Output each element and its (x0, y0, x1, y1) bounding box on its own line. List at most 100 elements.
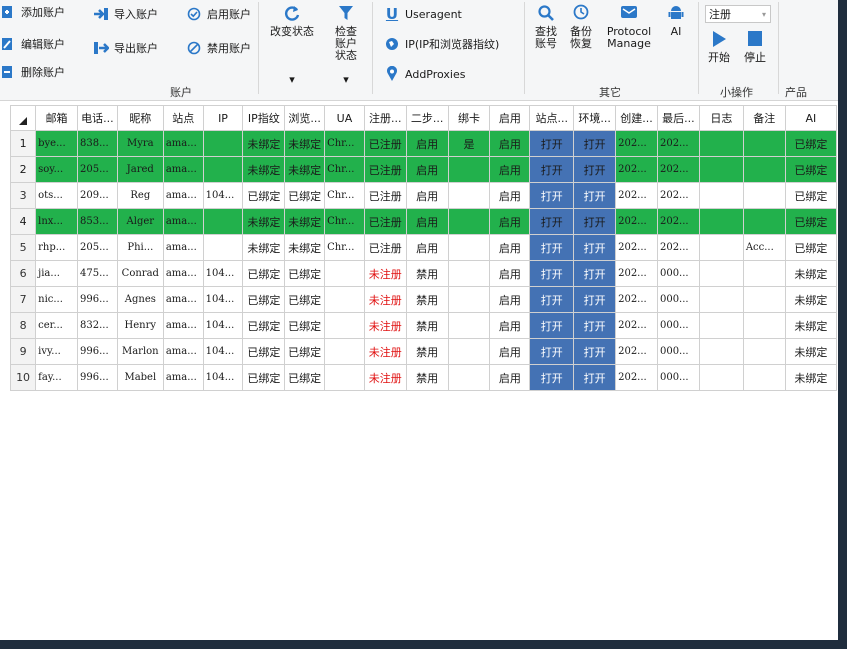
ip-fingerprint-cell: 已绑定 (242, 312, 286, 339)
column-header[interactable]: 环境... (573, 105, 617, 131)
backup-restore-button[interactable]: 备份恢复 (566, 4, 596, 50)
open-env-button[interactable]: 打开 (573, 338, 617, 365)
open-env-button[interactable]: 打开 (573, 182, 617, 209)
useragent-button[interactable]: U Useragent (384, 5, 462, 23)
disable-account-button[interactable]: 禁用账户 (186, 40, 251, 56)
ip-fingerprint-cell: 未绑定 (242, 208, 286, 235)
accounts-table: 邮箱 电话... 昵称 站点 IP IP指纹 浏览... UA 注册... 二步... 绑卡 启用 站点… (9, 105, 838, 391)
open-site-button[interactable]: 打开 (529, 364, 575, 391)
open-env-button[interactable]: 打开 (573, 208, 617, 235)
sort-corner[interactable] (9, 105, 37, 131)
column-header[interactable]: 电话... (77, 105, 118, 131)
register-combo[interactable]: 注册 ▾ (705, 5, 771, 23)
open-site-button[interactable]: 打开 (529, 234, 575, 261)
browser-fingerprint-cell: 已绑定 (284, 260, 326, 287)
log-cell (698, 208, 744, 235)
column-header[interactable]: 注册... (363, 105, 407, 131)
note-cell (742, 130, 786, 157)
column-header[interactable]: 二步... (405, 105, 449, 131)
refresh-icon (264, 4, 320, 26)
add-icon (0, 4, 16, 20)
chevron-down-icon[interactable]: ▾ (336, 74, 356, 86)
export-account-button[interactable]: 导出账户 (93, 40, 158, 56)
open-env-button[interactable]: 打开 (573, 260, 617, 287)
column-header[interactable]: 备注 (742, 105, 786, 131)
table-row[interactable]: 8 cer... 832... Henry ama... 104... 已绑定 已绑定 未注册禁… (9, 312, 838, 339)
register-status-cell: 未注册 (363, 364, 407, 391)
open-env-button[interactable]: 打开 (573, 312, 617, 339)
column-header[interactable]: 昵称 (116, 105, 164, 131)
chevron-down-icon[interactable]: ▾ (282, 74, 302, 86)
check-status-button[interactable]: 检查账户状态 (326, 4, 366, 62)
nickname-cell: Mabel (116, 364, 164, 391)
row-number: 4 (9, 208, 37, 235)
column-header[interactable]: 站点... (529, 105, 575, 131)
last-login-cell: 202... (656, 182, 700, 209)
column-header[interactable]: 邮箱 (35, 105, 78, 131)
open-site-button[interactable]: 打开 (529, 208, 575, 235)
backup-restore-label: 备份恢复 (570, 25, 592, 50)
column-header[interactable]: 启用 (489, 105, 531, 131)
log-cell (698, 338, 744, 365)
column-header[interactable]: IP (202, 105, 244, 131)
table-row[interactable]: 6 jia... 475... Conrad ama... 104... 已绑定 已绑定 未注册… (9, 260, 838, 287)
table-row[interactable]: 4 lnx... 853... Alger ama... 未绑定 未绑定 Chr... 已注册启… (9, 208, 838, 235)
find-account-button[interactable]: 查找账号 (528, 4, 564, 50)
column-header[interactable]: 浏览... (284, 105, 326, 131)
column-header[interactable]: 最后... (656, 105, 700, 131)
table-row[interactable]: 5 rhp... 205... Phi... ama... 未绑定 未绑定 Chr... 已注册… (9, 234, 838, 261)
open-site-button[interactable]: 打开 (529, 286, 575, 313)
open-env-button[interactable]: 打开 (573, 156, 617, 183)
column-header[interactable]: 日志 (698, 105, 744, 131)
stop-icon (740, 30, 770, 52)
open-env-button[interactable]: 打开 (573, 364, 617, 391)
open-site-button[interactable]: 打开 (529, 156, 575, 183)
add-account-button[interactable]: 添加账户 (0, 4, 65, 20)
browser-fingerprint-cell: 未绑定 (284, 208, 326, 235)
open-site-button[interactable]: 打开 (529, 182, 575, 209)
start-button[interactable]: 开始 (704, 30, 734, 64)
two-step-cell: 启用 (405, 130, 449, 157)
open-site-button[interactable]: 打开 (529, 312, 575, 339)
enable-account-button[interactable]: 启用账户 (186, 6, 251, 22)
open-site-button[interactable]: 打开 (529, 338, 575, 365)
log-cell (698, 364, 744, 391)
column-header[interactable]: UA (324, 105, 365, 131)
column-header[interactable]: 创建... (615, 105, 658, 131)
open-site-button[interactable]: 打开 (529, 260, 575, 287)
ai-button[interactable]: AI (662, 4, 690, 38)
nickname-cell: Myra (116, 130, 164, 157)
open-env-button[interactable]: 打开 (573, 286, 617, 313)
change-status-button[interactable]: 改变状态 (264, 4, 320, 38)
table-row[interactable]: 10 fay... 996... Mabel ama... 104... 已绑定 已绑定 未注册… (9, 364, 838, 391)
column-header[interactable]: 站点 (162, 105, 204, 131)
import-account-button[interactable]: 导入账户 (93, 6, 158, 22)
table-row[interactable]: 3 ots... 209... Reg ama... 104... 已绑定 已绑定 Chr...… (9, 182, 838, 209)
useragent-label: Useragent (405, 7, 462, 21)
open-env-button[interactable]: 打开 (573, 130, 617, 157)
nickname-cell: Reg (116, 182, 164, 209)
two-step-cell: 启用 (405, 208, 449, 235)
accounts-grid[interactable]: 邮箱 电话... 昵称 站点 IP IP指纹 浏览... UA 注册... 二步... 绑卡 启用 站点… (9, 105, 838, 391)
delete-account-button[interactable]: 删除账户 (0, 64, 65, 80)
column-header[interactable]: IP指纹 (242, 105, 286, 131)
stop-button[interactable]: 停止 (740, 30, 770, 64)
row-number: 8 (9, 312, 37, 339)
ip-fingerprint-button[interactable]: IP(IP和浏览器指纹) (384, 36, 499, 52)
open-env-button[interactable]: 打开 (573, 234, 617, 261)
add-proxies-button[interactable]: AddProxies (384, 66, 465, 82)
column-header[interactable]: AI (784, 105, 838, 131)
table-row[interactable]: 7 nic... 996... Agnes ama... 104... 已绑定 已绑定 未注册禁… (9, 286, 838, 313)
ip-cell: 104... (202, 338, 244, 365)
table-row[interactable]: 9 ivy... 996... Marlon ama... 104... 已绑定 已绑定 未注册… (9, 338, 838, 365)
disable-account-label: 禁用账户 (207, 42, 251, 55)
edit-account-button[interactable]: 编辑账户 (0, 36, 65, 52)
table-row[interactable]: 1 bye... 838... Myra ama... 未绑定 未绑定 Chr... 已注册 启用… (9, 130, 838, 157)
android-icon (662, 4, 690, 26)
mail-icon (604, 4, 654, 26)
column-header[interactable]: 绑卡 (447, 105, 491, 131)
protocol-manage-button[interactable]: Protocol Manage (604, 4, 654, 50)
enabled-cell: 启用 (489, 260, 531, 287)
table-row[interactable]: 2 soy... 205... Jared ama... 未绑定 未绑定 Chr... 已注册启… (9, 156, 838, 183)
open-site-button[interactable]: 打开 (529, 130, 575, 157)
